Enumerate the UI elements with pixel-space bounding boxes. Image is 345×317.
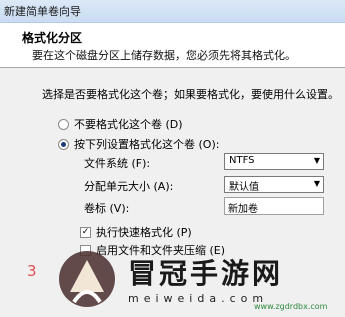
chevron-down-icon[interactable]: ▼ [314,156,320,165]
allocation-unit-label: 分配单元大小 (A): [84,180,174,193]
radio-format-label: 按下列设置格式化这个卷 (O): [74,138,220,151]
watermark-url: meiweida.com [128,292,269,305]
quick-format-label: 执行快速格式化 (P) [96,226,192,239]
watermark-text: 冒冠手游网 [128,257,284,290]
checkmark-icon[interactable]: ✓ [80,226,91,238]
title-bar: 新建简单卷向导 [0,0,345,23]
allocation-unit-select[interactable]: 默认值 ▼ [224,176,324,193]
file-system-value: NTFS [229,155,255,166]
radio-on-icon[interactable] [58,138,69,150]
file-system-label: 文件系统 (F): [84,157,151,170]
volume-label-value: 新加卷 [228,204,258,215]
page-title: 格式化分区 [22,31,83,45]
window-title: 新建简单卷向导 [4,5,81,18]
instruction-text: 选择是否要格式化这个卷；如果要格式化，要使用什么设置。 [42,88,339,101]
wizard-header: 格式化分区 要在这个磁盘分区上储存数据，您必须先将其格式化。 [0,23,345,68]
radio-format[interactable]: 按下列设置格式化这个卷 (O): [58,136,219,152]
radio-no-format[interactable]: 不要格式化这个卷 (D) [58,116,183,132]
watermark-number: 3 [27,262,37,280]
watermark-subtext: www.zgdrdbx.com [254,302,328,311]
volume-label-label: 卷标 (V): [84,202,130,215]
chevron-down-icon[interactable]: ▼ [314,179,320,188]
allocation-unit-value: 默认值 [229,182,259,193]
radio-no-format-label: 不要格式化这个卷 (D) [74,118,183,131]
radio-off-icon[interactable] [58,118,69,130]
volume-label-input[interactable]: 新加卷 [224,197,324,215]
quick-format-checkbox[interactable]: ✓ 执行快速格式化 (P) [80,224,192,240]
watermark-logo-icon [59,251,115,307]
page-subtitle: 要在这个磁盘分区上储存数据，您必须先将其格式化。 [32,49,296,62]
file-system-select[interactable]: NTFS ▼ [224,153,324,170]
